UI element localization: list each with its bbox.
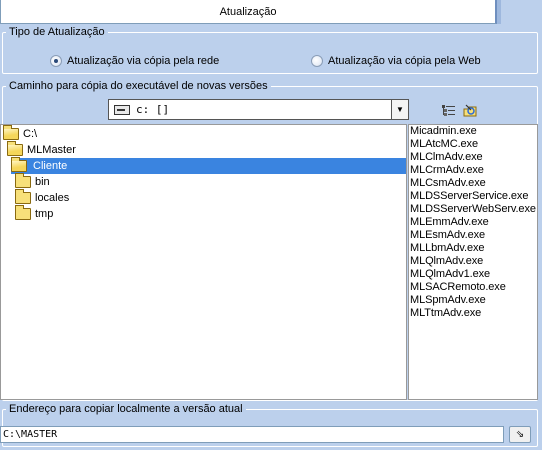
list-item[interactable]: MLCsmAdv.exe — [409, 177, 537, 190]
folder-open-icon — [3, 125, 19, 140]
update-type-legend: Tipo de Atualização — [9, 26, 105, 38]
list-item[interactable]: MLEmmAdv.exe — [409, 216, 537, 229]
folder-icon — [15, 205, 31, 220]
local-path-input[interactable]: C:\MASTER — [0, 426, 504, 443]
update-type-group: Tipo de Atualização Atualização via cópi… — [2, 26, 538, 74]
file-list[interactable]: Micadmin.exe MLAtcMC.exe MLClmAdv.exe ML… — [408, 124, 538, 400]
folder-open-icon — [7, 141, 23, 156]
radio-unselected-indicator — [311, 55, 323, 67]
tab-strip: Atualização — [0, 0, 542, 26]
radio-web-copy-label: Atualização via cópia pela Web — [328, 55, 481, 67]
drive-icon — [114, 104, 130, 115]
folder-open-icon — [11, 157, 27, 172]
folder-icon — [15, 173, 31, 188]
radio-selected-indicator — [50, 55, 62, 67]
tree-item-label: tmp — [35, 208, 54, 220]
list-item[interactable]: MLDSServerService.exe — [409, 190, 537, 203]
list-item[interactable]: MLTtmAdv.exe — [409, 307, 537, 320]
tree-item-locales[interactable]: locales — [15, 189, 405, 206]
folder-tree-icon[interactable] — [440, 102, 458, 120]
tree-item-label: MLMaster — [27, 144, 76, 156]
list-item[interactable]: MLLbmAdv.exe — [409, 242, 537, 255]
list-item[interactable]: MLCrmAdv.exe — [409, 164, 537, 177]
main-panel: Tipo de Atualização Atualização via cópi… — [0, 26, 542, 450]
tree-item-label: Cliente — [31, 160, 70, 172]
refresh-folder-icon[interactable] — [461, 102, 479, 120]
radio-network-copy[interactable]: Atualização via cópia pela rede — [50, 55, 219, 67]
tree-item-c-drive[interactable]: C:\ — [3, 125, 405, 142]
radio-web-copy[interactable]: Atualização via cópia pela Web — [311, 55, 481, 67]
list-item[interactable]: MLQlmAdv.exe — [409, 255, 537, 268]
browse-icon: ⇘ — [515, 429, 525, 440]
copy-path-legend: Caminho para cópia do executável de nova… — [9, 80, 268, 92]
local-copy-legend: Endereço para copiar localmente a versão… — [9, 403, 243, 415]
browse-button[interactable]: ⇘ — [509, 426, 531, 443]
tree-item-bin[interactable]: bin — [15, 173, 405, 190]
folder-icon — [15, 189, 31, 204]
list-item[interactable]: MLDSServerWebServ.exe — [409, 203, 537, 216]
tree-item-tmp[interactable]: tmp — [15, 205, 405, 222]
list-item[interactable]: MLQlmAdv1.exe — [409, 268, 537, 281]
list-item[interactable]: Micadmin.exe — [409, 125, 537, 138]
tree-item-label: locales — [35, 192, 70, 204]
list-item[interactable]: MLSpmAdv.exe — [409, 294, 537, 307]
tree-item-label: bin — [35, 176, 50, 188]
drive-select-value: c: [] — [136, 103, 170, 116]
list-item[interactable]: MLEsmAdv.exe — [409, 229, 537, 242]
tree-item-label: C:\ — [23, 128, 38, 140]
tree-item-mlmaster[interactable]: MLMaster — [7, 141, 405, 158]
radio-network-copy-label: Atualização via cópia pela rede — [67, 55, 220, 67]
tree-item-cliente[interactable]: Cliente — [11, 157, 406, 174]
tab-atualizacao[interactable]: Atualização — [0, 0, 497, 24]
drive-select[interactable]: c: [] ▼ — [108, 99, 409, 120]
tab-strip-edge — [497, 0, 501, 24]
list-item[interactable]: MLClmAdv.exe — [409, 151, 537, 164]
chevron-down-icon[interactable]: ▼ — [391, 100, 408, 119]
list-item[interactable]: MLSACRemoto.exe — [409, 281, 537, 294]
folder-tree[interactable]: C:\ MLMaster Cliente bin locales tmp — [0, 124, 407, 400]
list-item[interactable]: MLAtcMC.exe — [409, 138, 537, 151]
